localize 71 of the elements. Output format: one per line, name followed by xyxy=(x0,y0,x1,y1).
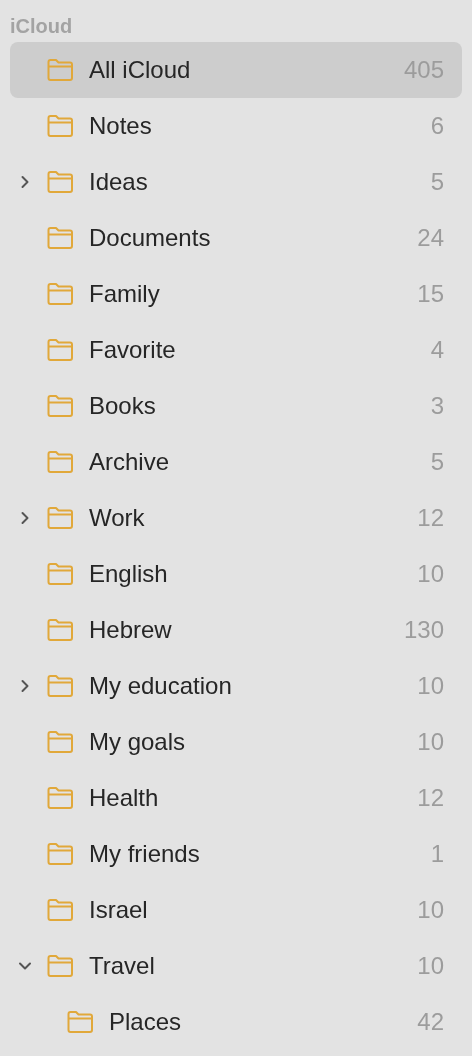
folder-icon xyxy=(45,338,75,362)
folder-name: Health xyxy=(89,783,160,813)
note-count: 4 xyxy=(430,335,444,365)
folder-icon xyxy=(45,282,75,306)
folder-icon xyxy=(45,674,75,698)
note-count: 3 xyxy=(430,391,444,421)
folder-name: Places xyxy=(109,1007,183,1037)
folder-row[interactable]: Work 12 xyxy=(10,490,462,546)
folder-name: Travel xyxy=(89,951,156,981)
note-count: 12 xyxy=(417,503,444,533)
folder-row[interactable]: Favorite 4 xyxy=(10,322,462,378)
folder-row[interactable]: Ideas 5 xyxy=(10,154,462,210)
folder-icon xyxy=(45,114,75,138)
folder-row[interactable]: Travel 10 xyxy=(10,938,462,994)
folder-row[interactable]: Notes 6 xyxy=(10,98,462,154)
folder-row[interactable]: Archive 5 xyxy=(10,434,462,490)
folder-name: Work xyxy=(89,503,146,533)
folder-icon xyxy=(45,450,75,474)
folder-name: Notes xyxy=(89,111,153,141)
folder-icon xyxy=(45,58,75,82)
folder-row[interactable]: Family 15 xyxy=(10,266,462,322)
folder-icon xyxy=(65,1010,95,1034)
folder-name: Family xyxy=(89,279,161,309)
folder-name: Israel xyxy=(89,895,149,925)
folder-row[interactable]: Hebrew 130 xyxy=(10,602,462,658)
folder-name: English xyxy=(89,559,169,589)
folder-name: Books xyxy=(89,391,157,421)
note-count: 10 xyxy=(417,895,444,925)
folder-icon xyxy=(45,506,75,530)
folder-icon xyxy=(45,898,75,922)
folder-icon xyxy=(45,730,75,754)
folder-icon xyxy=(45,562,75,586)
note-count: 10 xyxy=(417,671,444,701)
folder-row[interactable]: Books 3 xyxy=(10,378,462,434)
folder-row[interactable]: Health 12 xyxy=(10,770,462,826)
folder-row[interactable]: English 10 xyxy=(10,546,462,602)
folder-row[interactable]: My education 10 xyxy=(10,658,462,714)
folder-name: Favorite xyxy=(89,335,177,365)
folder-row[interactable]: Places 42 xyxy=(10,994,462,1050)
note-count: 130 xyxy=(403,615,444,645)
folder-icon xyxy=(45,170,75,194)
folder-icon xyxy=(45,394,75,418)
note-count: 15 xyxy=(417,279,444,309)
folder-row[interactable]: Documents 24 xyxy=(10,210,462,266)
folder-name: Ideas xyxy=(89,167,149,197)
folder-name: All iCloud xyxy=(89,55,192,85)
folder-name: Archive xyxy=(89,447,171,477)
folder-name: My goals xyxy=(89,727,187,757)
note-count: 1 xyxy=(430,839,444,869)
folder-row[interactable]: My goals 10 xyxy=(10,714,462,770)
folder-icon xyxy=(45,842,75,866)
folder-name: My education xyxy=(89,671,233,701)
note-count: 10 xyxy=(417,727,444,757)
folder-icon xyxy=(45,618,75,642)
note-count: 10 xyxy=(417,951,444,981)
folder-name: Documents xyxy=(89,223,212,253)
folder-icon xyxy=(45,786,75,810)
folder-icon xyxy=(45,226,75,250)
folder-name: My friends xyxy=(89,839,201,869)
note-count: 5 xyxy=(430,167,444,197)
folder-icon xyxy=(45,954,75,978)
note-count: 10 xyxy=(417,559,444,589)
note-count: 24 xyxy=(417,223,444,253)
folder-name: Hebrew xyxy=(89,615,173,645)
note-count: 5 xyxy=(430,447,444,477)
note-count: 12 xyxy=(417,783,444,813)
note-count: 42 xyxy=(417,1007,444,1037)
folder-row[interactable]: My friends 1 xyxy=(10,826,462,882)
section-title: iCloud xyxy=(10,16,73,36)
note-count: 6 xyxy=(430,111,444,141)
folder-row[interactable]: Israel 10 xyxy=(10,882,462,938)
